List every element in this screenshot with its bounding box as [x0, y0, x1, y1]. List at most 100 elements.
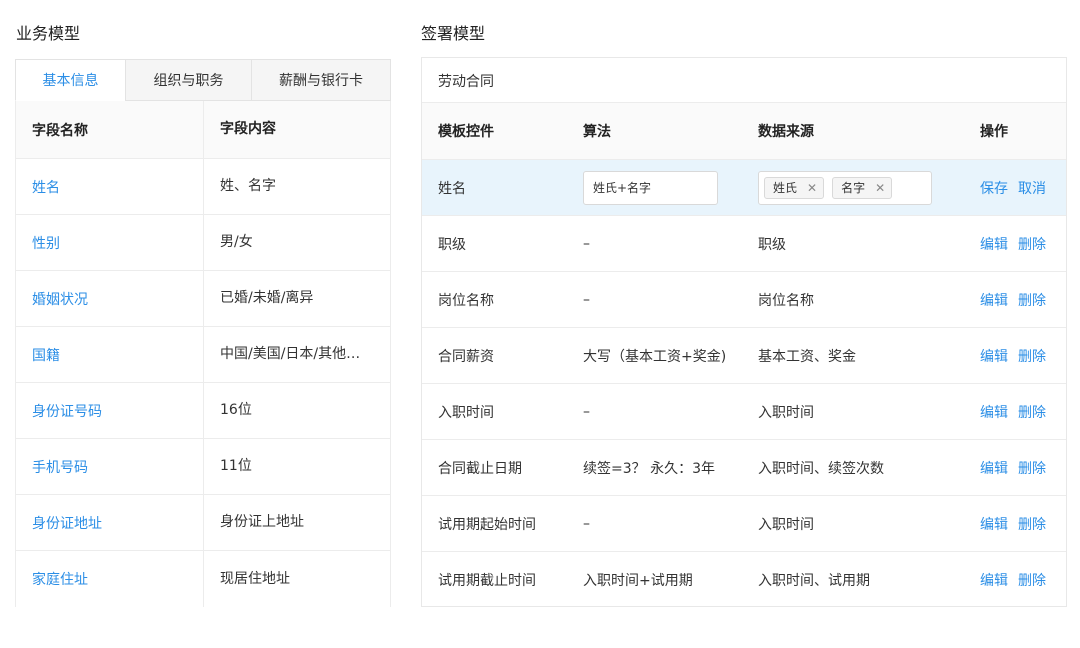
- data-source-tag-select[interactable]: 姓氏 ✕ 名字 ✕: [758, 170, 932, 205]
- cell-data-source: 姓氏 ✕ 名字 ✕: [742, 160, 966, 215]
- cell-control: 试用期截止时间: [438, 572, 536, 589]
- cell-control: 合同截止日期: [438, 460, 522, 477]
- field-name-link[interactable]: 性别: [32, 233, 60, 253]
- cell-control: 合同薪资: [438, 348, 494, 365]
- field-name-cell: 国籍: [16, 327, 203, 382]
- table-row: 身份证号码 16位: [16, 383, 390, 439]
- tab-basic-info[interactable]: 基本信息: [15, 59, 126, 101]
- table-row: 职级 – 职级 编辑 删除: [422, 215, 1066, 271]
- cell-data-source: 入职时间、试用期: [758, 572, 870, 589]
- cell-data-source: 入职时间: [758, 516, 814, 533]
- header-field-content: 字段内容: [203, 101, 391, 158]
- table-row: 身份证地址 身份证上地址: [16, 495, 390, 551]
- field-content: 姓、名字: [203, 159, 391, 214]
- cell-algorithm: –: [583, 515, 590, 532]
- cell-actions: 编辑 删除: [966, 440, 1066, 495]
- tag: 姓氏 ✕: [764, 176, 825, 199]
- field-name-link[interactable]: 家庭住址: [32, 569, 88, 589]
- field-table: 字段名称 字段内容 姓名 姓、名字性别 男/女婚姻状况 已婚/未婚/离异国籍 中国/美国…: [15, 101, 391, 607]
- business-model-panel: 基本信息 组织与职务 薪酬与银行卡 字段名称 字段内容 姓名 姓、名字 性别 男/女婚…: [15, 59, 391, 608]
- field-name-cell: 家庭住址: [16, 551, 203, 607]
- cell-data-source: 岗位名称: [758, 292, 814, 309]
- table-row: 性别 男/女: [16, 215, 390, 271]
- table-row: 合同截止日期 续签=3？ 永久：3年 入职时间、续签次数 编辑 删除: [422, 439, 1066, 495]
- table-header: 字段名称 字段内容: [16, 101, 390, 159]
- field-name-link[interactable]: 婚姻状况: [32, 289, 88, 309]
- delete-button[interactable]: 删除: [1018, 402, 1046, 422]
- field-name-link[interactable]: 身份证地址: [32, 513, 102, 533]
- edit-button[interactable]: 编辑: [980, 458, 1008, 478]
- header-algorithm: 算法: [583, 124, 611, 140]
- table-row: 国籍 中国/美国/日本/其他…: [16, 327, 390, 383]
- cell-control: 职级: [438, 236, 466, 253]
- cell-data-source: 职级: [758, 236, 786, 253]
- cell-actions: 编辑 删除: [966, 216, 1066, 271]
- cell-actions: 编辑 删除: [966, 328, 1066, 383]
- cell-algorithm: 入职时间+试用期: [583, 572, 693, 589]
- cell-algorithm: 续签=3？ 永久：3年: [583, 460, 715, 477]
- field-name-link[interactable]: 国籍: [32, 345, 60, 365]
- field-content: 现居住地址: [203, 551, 391, 607]
- edit-button[interactable]: 编辑: [980, 346, 1008, 366]
- field-content: 已婚/未婚/离异: [203, 271, 391, 326]
- field-name-cell: 手机号码: [16, 439, 203, 494]
- cell-actions: 编辑 删除: [966, 496, 1066, 551]
- tab-bar: 基本信息 组织与职务 薪酬与银行卡: [15, 59, 391, 101]
- field-name-cell: 姓名: [16, 159, 203, 214]
- field-name-link[interactable]: 手机号码: [32, 457, 88, 477]
- delete-button[interactable]: 删除: [1018, 290, 1046, 310]
- table-header: 模板控件 算法 数据来源 操作: [422, 102, 1066, 159]
- table-row: 合同薪资 大写（基本工资+奖金) 基本工资、奖金 编辑 删除: [422, 327, 1066, 383]
- cancel-button[interactable]: 取消: [1018, 178, 1046, 198]
- edit-button[interactable]: 编辑: [980, 402, 1008, 422]
- cell-actions: 编辑 删除: [966, 272, 1066, 327]
- cell-actions: 编辑 删除: [966, 552, 1066, 607]
- cell-algorithm: 大写（基本工资+奖金): [583, 348, 727, 365]
- cell-algorithm: –: [583, 403, 590, 420]
- field-content: 11位: [203, 439, 391, 494]
- cell-actions: 保存 取消: [966, 160, 1066, 215]
- tab-salary-bank[interactable]: 薪酬与银行卡: [251, 59, 391, 101]
- cell-algorithm: –: [583, 291, 590, 308]
- signing-model-title: 签署模型: [421, 24, 486, 43]
- field-content: 男/女: [203, 215, 391, 270]
- edit-button[interactable]: 编辑: [980, 570, 1008, 590]
- close-icon[interactable]: ✕: [807, 181, 817, 195]
- cell-control: 入职时间: [438, 404, 494, 421]
- business-model-title: 业务模型: [16, 24, 81, 43]
- delete-button[interactable]: 删除: [1018, 234, 1046, 254]
- delete-button[interactable]: 删除: [1018, 514, 1046, 534]
- edit-button[interactable]: 编辑: [980, 514, 1008, 534]
- algorithm-input[interactable]: 姓氏+名字: [583, 170, 718, 205]
- field-name-link[interactable]: 身份证号码: [32, 401, 102, 421]
- cell-data-source: 基本工资、奖金: [758, 348, 856, 365]
- edit-button[interactable]: 编辑: [980, 234, 1008, 254]
- tag: 名字 ✕: [832, 176, 893, 199]
- cell-actions: 编辑 删除: [966, 384, 1066, 439]
- delete-button[interactable]: 删除: [1018, 570, 1046, 590]
- table-row: 家庭住址 现居住地址: [16, 551, 390, 607]
- cell-algorithm: –: [583, 235, 590, 252]
- table-row: 婚姻状况 已婚/未婚/离异: [16, 271, 390, 327]
- cell-control: 姓名: [438, 180, 466, 197]
- field-name-cell: 性别: [16, 215, 203, 270]
- field-name-cell: 婚姻状况: [16, 271, 203, 326]
- tag-label: 姓氏: [773, 181, 798, 195]
- header-actions: 操作: [980, 124, 1008, 140]
- save-button[interactable]: 保存: [980, 178, 1008, 198]
- header-data-source: 数据来源: [758, 124, 814, 140]
- field-name-link[interactable]: 姓名: [32, 177, 60, 197]
- close-icon[interactable]: ✕: [875, 181, 885, 195]
- table-row: 姓名 姓、名字: [16, 159, 390, 215]
- table-row: 试用期起始时间 – 入职时间 编辑 删除: [422, 495, 1066, 551]
- field-name-cell: 身份证地址: [16, 495, 203, 550]
- delete-button[interactable]: 删除: [1018, 458, 1046, 478]
- contract-title: 劳动合同: [438, 74, 494, 90]
- delete-button[interactable]: 删除: [1018, 346, 1046, 366]
- table-row: 入职时间 – 入职时间 编辑 删除: [422, 383, 1066, 439]
- field-content: 中国/美国/日本/其他…: [203, 327, 391, 382]
- edit-button[interactable]: 编辑: [980, 290, 1008, 310]
- tab-org-position[interactable]: 组织与职务: [125, 59, 252, 101]
- tag-label: 名字: [841, 181, 866, 195]
- cell-data-source: 入职时间、续签次数: [758, 460, 884, 477]
